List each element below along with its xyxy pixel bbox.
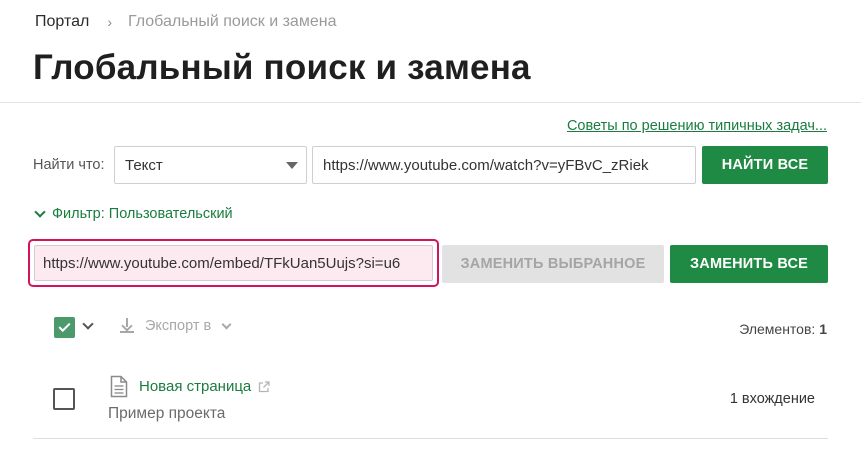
result-row-checkbox[interactable] <box>53 388 75 410</box>
search-type-select[interactable]: Текст <box>114 146 307 184</box>
find-label: Найти что: <box>33 157 105 173</box>
chevron-right-icon: › <box>107 14 112 30</box>
chevron-down-icon <box>34 206 46 218</box>
breadcrumb-home-link[interactable]: Портал <box>35 13 89 31</box>
checkmark-icon <box>58 319 71 333</box>
result-project-name: Пример проекта <box>108 405 226 422</box>
replace-field-highlight <box>28 239 439 287</box>
find-all-button[interactable]: НАЙТИ ВСЕ <box>702 146 828 184</box>
select-options-chevron-icon[interactable] <box>82 318 94 330</box>
replace-selected-button[interactable]: ЗАМЕНИТЬ ВЫБРАННОЕ <box>442 245 664 283</box>
tips-link[interactable]: Советы по решению типичных задач... <box>567 118 827 134</box>
row-divider <box>33 438 828 439</box>
dropdown-caret-icon <box>286 162 298 169</box>
items-count-label: Элементов: <box>739 321 816 337</box>
items-count: Элементов: 1 <box>739 321 827 337</box>
breadcrumb-current: Глобальный поиск и замена <box>128 13 337 30</box>
filter-toggle[interactable]: Фильтр: Пользовательский <box>33 206 233 222</box>
chevron-down-icon <box>221 319 232 329</box>
result-occurrence-count: 1 вхождение <box>729 391 815 407</box>
replace-all-button[interactable]: ЗАМЕНИТЬ ВСЕ <box>670 245 828 283</box>
breadcrumb: Портал › Глобальный поиск и замена <box>35 13 336 31</box>
replace-input[interactable] <box>34 245 433 281</box>
download-icon <box>120 318 134 334</box>
filter-label: Фильтр: Пользовательский <box>52 206 233 222</box>
items-count-value: 1 <box>819 321 827 337</box>
result-page-link[interactable]: Новая страница <box>139 378 270 395</box>
export-label: Экспорт в <box>145 318 212 334</box>
search-input[interactable] <box>312 146 696 184</box>
header-divider <box>0 102 861 103</box>
export-menu[interactable]: Экспорт в <box>120 318 232 334</box>
external-link-icon[interactable] <box>258 380 270 393</box>
page-title: Глобальный поиск и замена <box>33 48 531 87</box>
search-type-value: Текст <box>125 156 163 174</box>
select-all-checkbox[interactable] <box>54 317 75 338</box>
result-page-name: Новая страница <box>139 378 252 395</box>
document-icon <box>110 375 128 398</box>
